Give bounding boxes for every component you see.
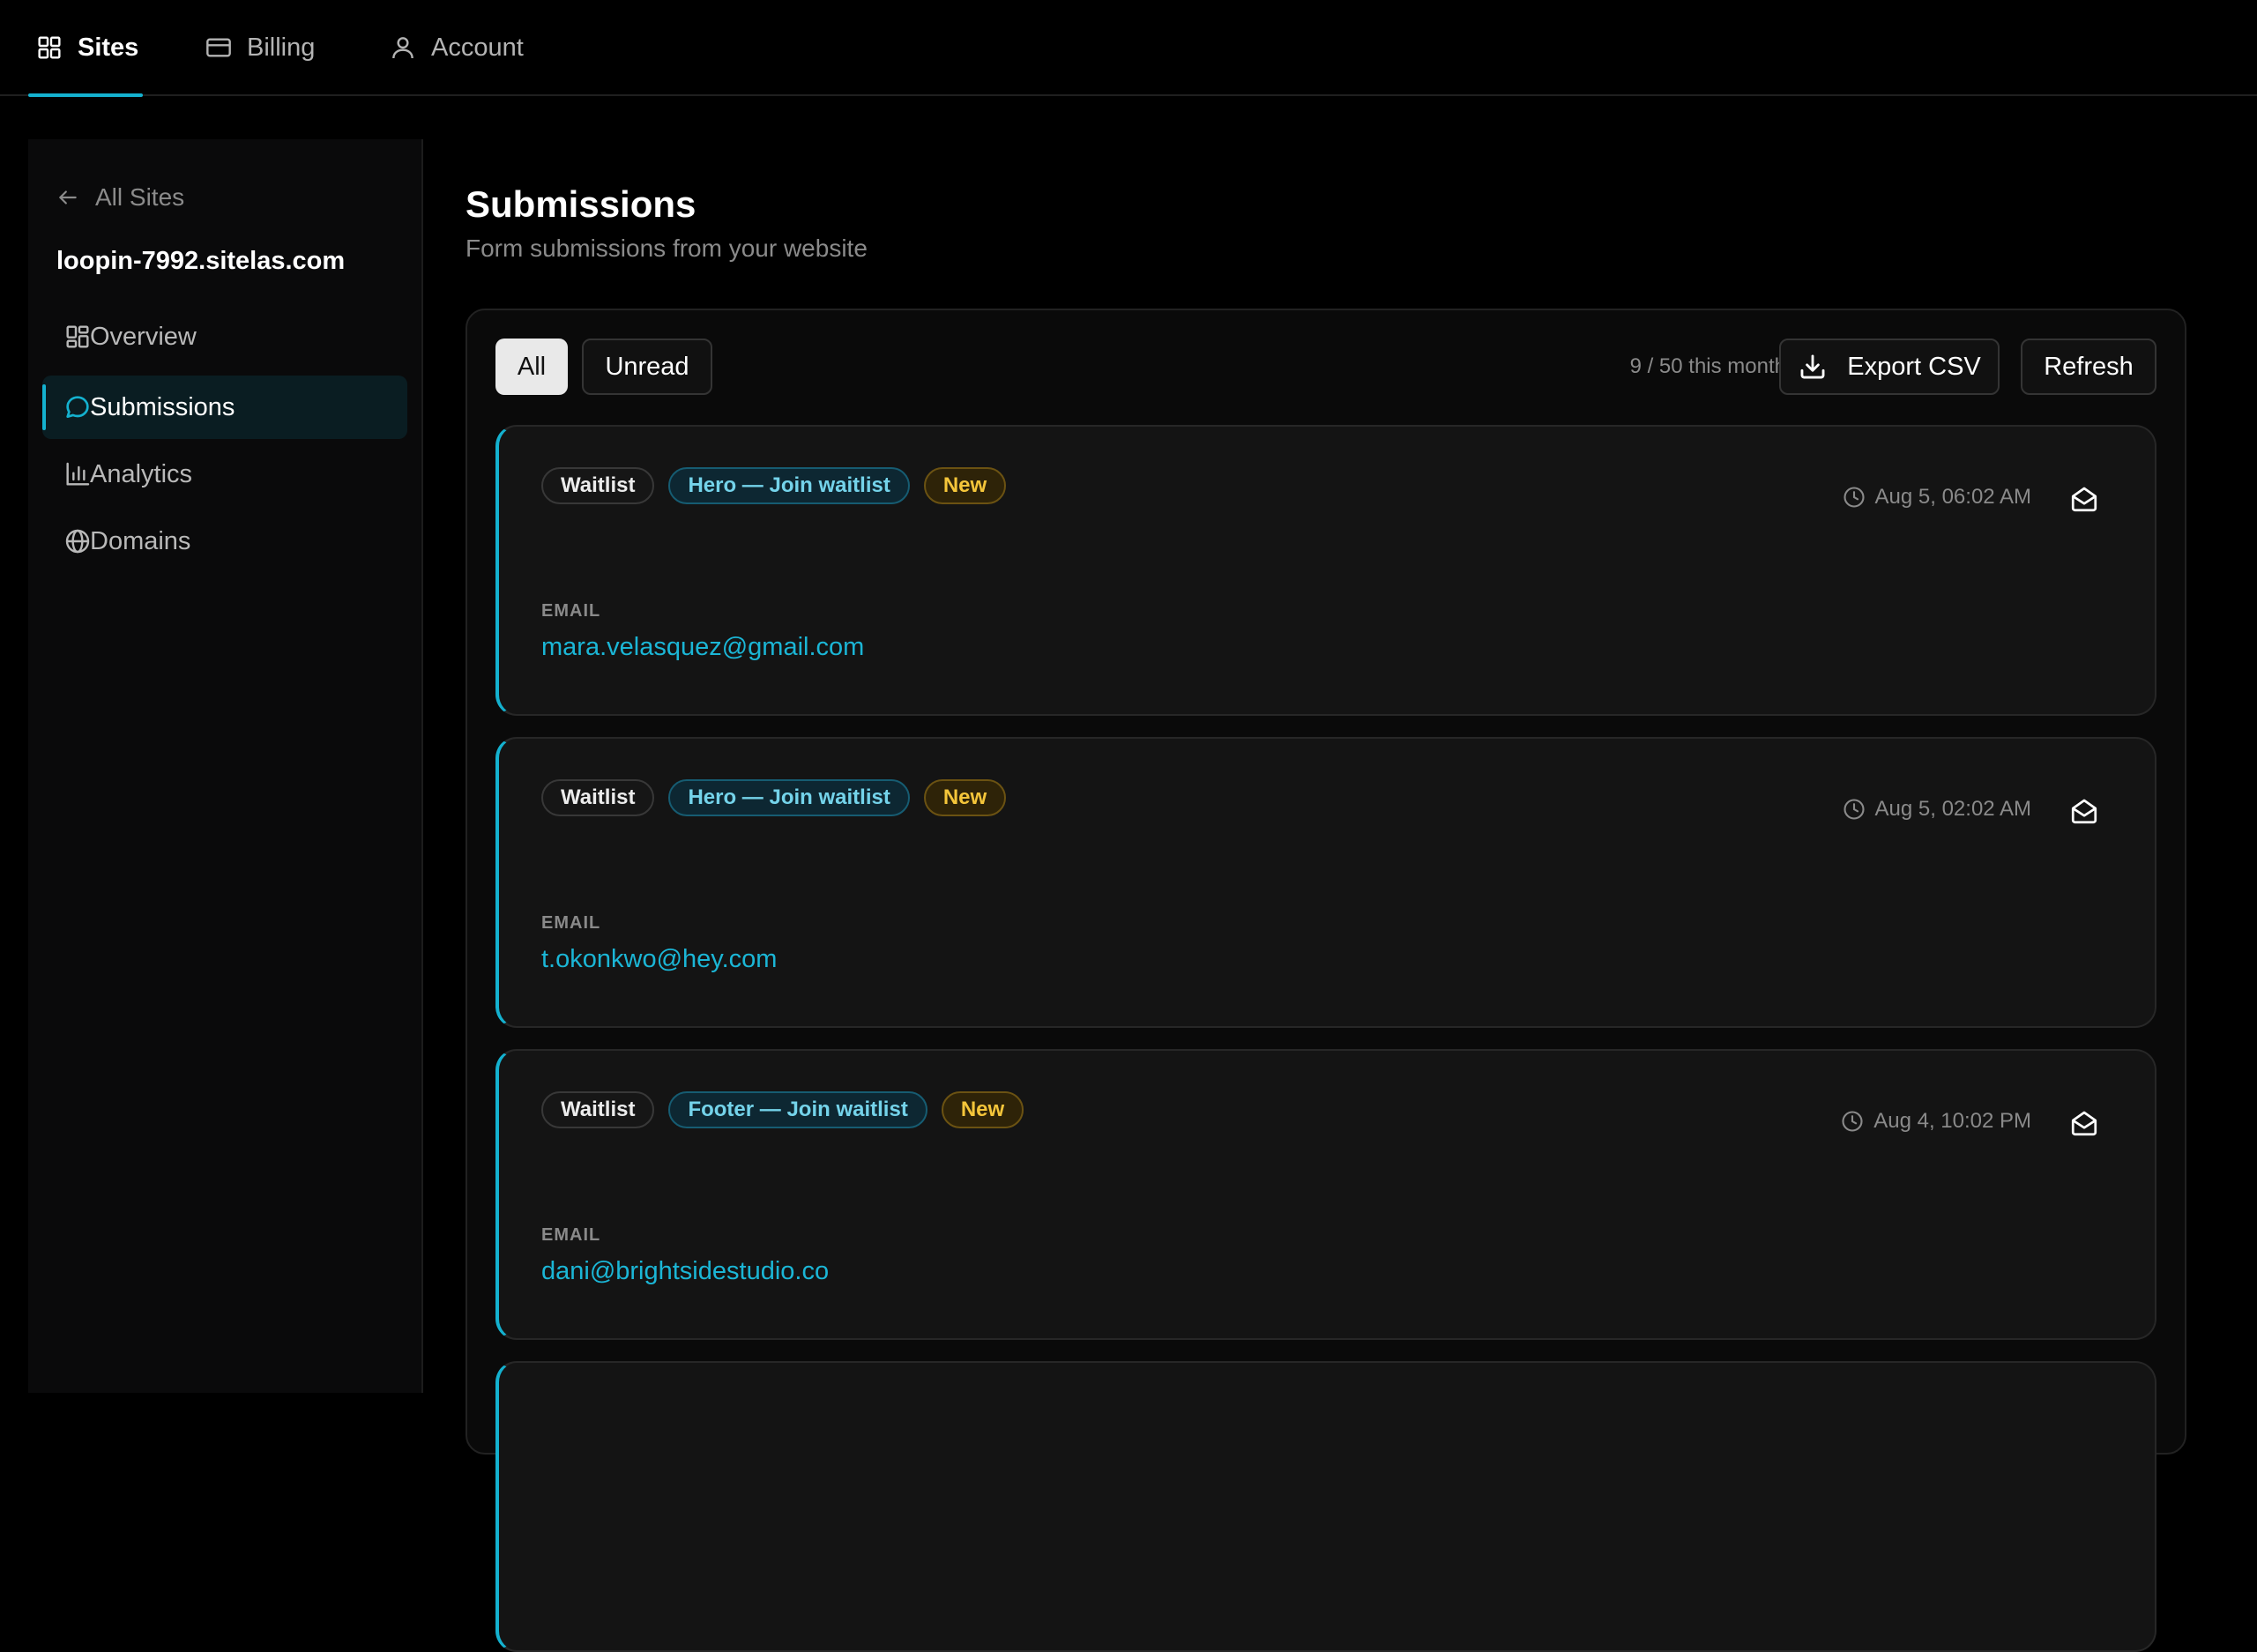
grid-icon — [35, 33, 63, 62]
all-sites-link[interactable]: All Sites — [56, 183, 184, 212]
field-label: EMAIL — [541, 913, 601, 933]
credit-card-icon — [205, 33, 233, 62]
filter-all-button[interactable]: All — [495, 339, 568, 395]
user-icon — [389, 33, 417, 62]
status-badge: New — [941, 1091, 1024, 1128]
layout-icon — [63, 323, 92, 351]
sidebar-item-domains[interactable]: Domains — [42, 510, 407, 573]
submissions-panel: All Unread 9 / 50 this month Export CSV … — [466, 309, 2186, 1652]
sidebar-item-label: Overview — [90, 322, 197, 351]
mark-read-button[interactable] — [2067, 793, 2102, 829]
timestamp-text: Aug 5, 02:02 AM — [1874, 797, 2031, 821]
export-csv-label: Export CSV — [1847, 352, 1981, 381]
tab-sites[interactable]: Sites — [28, 0, 143, 97]
form-type-badge: Waitlist — [541, 467, 655, 504]
download-icon — [1798, 352, 1828, 382]
tab-sites-label: Sites — [78, 33, 139, 62]
email-link[interactable]: dani@brightsidestudio.co — [541, 1257, 829, 1286]
submission-card[interactable] — [495, 1361, 2156, 1652]
globe-icon — [63, 527, 92, 555]
refresh-button[interactable]: Refresh — [2021, 339, 2156, 395]
submission-tags: Waitlist Hero — Join waitlist New — [541, 467, 1007, 504]
mark-read-button[interactable] — [2067, 1105, 2102, 1141]
form-source-badge: Hero — Join waitlist — [668, 467, 910, 504]
status-badge: New — [923, 467, 1007, 504]
message-icon — [63, 393, 92, 421]
export-csv-button[interactable]: Export CSV — [1779, 339, 2000, 395]
clock-icon — [1840, 1109, 1865, 1134]
tab-account-label: Account — [431, 33, 524, 62]
mail-open-icon — [2068, 795, 2100, 827]
sidebar-item-submissions[interactable]: Submissions — [42, 376, 407, 439]
sidebar-item-label: Submissions — [90, 392, 235, 421]
tab-billing[interactable]: Billing — [205, 0, 315, 95]
mail-open-icon — [2068, 1107, 2100, 1139]
submission-card[interactable]: Waitlist Footer — Join waitlist New Aug … — [495, 1049, 2156, 1340]
sidebar-item-label: Analytics — [90, 459, 193, 488]
email-link[interactable]: t.okonkwo@hey.com — [541, 945, 777, 974]
all-sites-label: All Sites — [95, 183, 185, 211]
form-type-badge: Waitlist — [541, 779, 655, 816]
submission-tags: Waitlist Footer — Join waitlist New — [541, 1091, 1024, 1128]
submission-tags: Waitlist Hero — Join waitlist New — [541, 779, 1007, 816]
sidebar: All Sites loopin-7992.sitelas.com Overvi… — [28, 139, 423, 1393]
filter-unread-button[interactable]: Unread — [582, 339, 712, 395]
bar-chart-icon — [63, 460, 92, 488]
field-label: EMAIL — [541, 601, 601, 621]
page-subtitle: Form submissions from your website — [466, 234, 868, 262]
page-title: Submissions — [466, 183, 696, 225]
top-navigation: Sites Billing Account — [0, 0, 2257, 97]
field-label: EMAIL — [541, 1225, 601, 1245]
timestamp-text: Aug 4, 10:02 PM — [1873, 1109, 2031, 1133]
submission-card[interactable]: Waitlist Hero — Join waitlist New Aug 5,… — [495, 425, 2156, 716]
mark-read-button[interactable] — [2067, 481, 2102, 517]
form-source-badge: Footer — Join waitlist — [668, 1091, 927, 1128]
timestamp-text: Aug 5, 06:02 AM — [1874, 485, 2031, 509]
submission-timestamp: Aug 5, 06:02 AM — [1842, 485, 2031, 510]
status-badge: New — [923, 779, 1007, 816]
sidebar-item-analytics[interactable]: Analytics — [42, 443, 407, 506]
submission-timestamp: Aug 5, 02:02 AM — [1842, 797, 2031, 822]
form-type-badge: Waitlist — [541, 1091, 655, 1128]
mail-open-icon — [2068, 483, 2100, 515]
sidebar-item-label: Domains — [90, 526, 191, 555]
submission-card[interactable]: Waitlist Hero — Join waitlist New Aug 5,… — [495, 737, 2156, 1028]
email-link[interactable]: mara.velasquez@gmail.com — [541, 633, 864, 662]
form-source-badge: Hero — Join waitlist — [668, 779, 910, 816]
usage-counter: 9 / 50 this month — [1629, 354, 1786, 378]
sidebar-item-overview[interactable]: Overview — [42, 305, 407, 368]
tab-billing-label: Billing — [247, 33, 316, 62]
tab-account[interactable]: Account — [389, 0, 524, 95]
site-name: loopin-7992.sitelas.com — [56, 247, 346, 275]
submission-timestamp: Aug 4, 10:02 PM — [1840, 1109, 2031, 1134]
arrow-left-icon — [56, 186, 79, 209]
clock-icon — [1842, 797, 1866, 822]
clock-icon — [1842, 485, 1866, 510]
